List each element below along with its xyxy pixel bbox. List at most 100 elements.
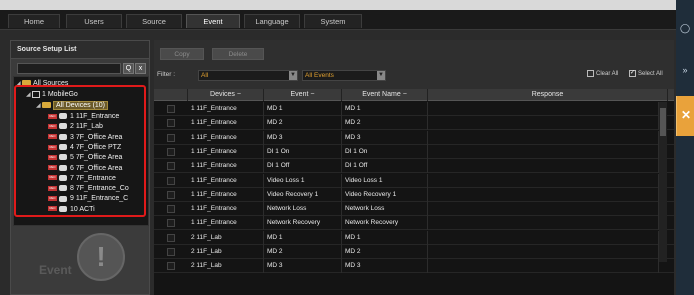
row-checkbox[interactable]	[167, 119, 175, 128]
camera-icon	[59, 195, 67, 202]
cell-event: Network Loss	[264, 202, 342, 217]
tab-users[interactable]: Users	[66, 14, 122, 28]
tab-system[interactable]: System	[304, 14, 362, 28]
checkbox-icon	[587, 70, 594, 77]
col-response-header[interactable]: Response	[428, 89, 668, 101]
tree-device-item[interactable]: REC 5 7F_Office Area	[48, 153, 122, 162]
table-row[interactable]: 1 11F_Entrance DI 1 On DI 1 On	[154, 144, 674, 159]
circle-icon[interactable]: ◯	[679, 22, 691, 34]
table-row[interactable]: 1 11F_Entrance Network Loss Network Loss	[154, 202, 674, 217]
cell-event-name: MD 3	[342, 259, 428, 274]
tab-language[interactable]: Language	[244, 14, 300, 28]
sort-icon: −	[236, 91, 241, 98]
cell-event: Video Loss 1	[264, 173, 342, 188]
select-all-label: Select All	[638, 71, 663, 78]
row-checkbox[interactable]	[167, 205, 175, 214]
camera-icon	[59, 133, 67, 140]
tree-device-item[interactable]: REC 10 ACTi	[48, 205, 95, 214]
tree-device-item[interactable]: REC 6 7F_Office Area	[48, 164, 122, 173]
tree-device-item[interactable]: REC 7 7F_Entrance	[48, 174, 116, 183]
dropdown-arrow-icon: ▼	[289, 71, 297, 80]
delete-button[interactable]: Delete	[212, 48, 264, 60]
tree-device-label: 7 7F_Entrance	[70, 174, 116, 182]
table-row[interactable]: 1 11F_Entrance Video Recovery 1 Video Reco…	[154, 187, 674, 202]
cell-event: MD 3	[264, 259, 342, 274]
row-checkbox[interactable]	[167, 105, 175, 113]
cell-event: MD 3	[264, 130, 342, 145]
rec-icon: REC	[48, 113, 57, 119]
tree-node-mobilego[interactable]: ◢ 1 MobileGo	[26, 90, 78, 99]
table-row[interactable]: 1 11F_Entrance Video Loss 1 Video Loss 1	[154, 173, 674, 188]
rec-icon: REC	[48, 206, 57, 212]
double-chevron-right-icon[interactable]: »	[679, 64, 691, 76]
row-checkbox[interactable]	[167, 233, 175, 242]
select-all-checkbox[interactable]: ✓ Select All	[629, 70, 663, 79]
tree-device-item[interactable]: REC 4 7F_Office PTZ	[48, 143, 121, 152]
tree-device-item[interactable]: REC 2 11F_Lab	[48, 122, 103, 131]
row-checkbox[interactable]	[167, 190, 175, 199]
copy-button[interactable]: Copy	[160, 48, 204, 60]
tree-device-label: 1 11F_Entrance	[70, 113, 120, 120]
source-search-input[interactable]	[17, 63, 121, 74]
col-devices-header[interactable]: Devices −	[188, 89, 264, 101]
cell-device: 1 11F_Entrance	[188, 173, 264, 188]
row-checkbox[interactable]	[167, 133, 175, 142]
cell-response	[428, 187, 659, 202]
cell-event-name: MD 2	[342, 245, 428, 259]
tree-device-item[interactable]: REC 1 11F_Entrance	[48, 112, 119, 121]
tree-device-label: 8 7F_Entrance_Co	[70, 185, 129, 193]
tools-tab[interactable]: ✕	[676, 96, 694, 136]
cell-event: MD 1	[264, 230, 342, 245]
tree-node-all-devices[interactable]: ◢ All Devices (10)	[36, 101, 109, 110]
table-row[interactable]: 1 11F_Entrance DI 1 Off DI 1 Off	[154, 159, 674, 174]
tree-device-label: 9 11F_Entrance_C	[70, 195, 129, 203]
search-icon[interactable]: Q	[123, 63, 134, 74]
clear-all-checkbox[interactable]: Clear All	[587, 70, 618, 79]
row-checkbox[interactable]	[167, 248, 175, 256]
tree-node-label: 1 MobileGo	[42, 91, 78, 98]
row-checkbox[interactable]	[167, 176, 175, 185]
tree-device-item[interactable]: REC 8 7F_Entrance_Co	[48, 184, 129, 193]
row-checkbox[interactable]	[167, 219, 175, 228]
col-event-header[interactable]: Event −	[264, 89, 342, 101]
event-filter-select[interactable]: All Events ▼	[302, 70, 386, 81]
tab-home[interactable]: Home	[8, 14, 60, 28]
col-event-name-header[interactable]: Event Name −	[342, 89, 428, 101]
cell-response	[428, 173, 659, 188]
table-row[interactable]: 2 11F_Lab MD 3 MD 3	[154, 259, 674, 274]
cell-event-name: MD 2	[342, 116, 428, 131]
cell-event-name: DI 1 Off	[342, 159, 428, 174]
folder-icon	[42, 102, 51, 109]
row-checkbox[interactable]	[167, 147, 175, 156]
cell-device: 1 11F_Entrance	[188, 216, 264, 231]
table-row[interactable]: 1 11F_Entrance MD 1 MD 1	[154, 102, 674, 116]
table-row[interactable]: 2 11F_Lab MD 1 MD 1	[154, 230, 674, 245]
table-row[interactable]: 1 11F_Entrance Network Recovery Network Re…	[154, 216, 674, 231]
tree-device-label: 10 ACTi	[70, 205, 95, 213]
tree-device-item[interactable]: REC 3 7F_Office Area	[48, 133, 122, 142]
cell-device: 2 11F_Lab	[188, 230, 264, 245]
cell-response	[428, 130, 659, 145]
tab-source[interactable]: Source	[126, 14, 182, 28]
device-filter-select[interactable]: All ▼	[198, 70, 298, 81]
camera-icon	[59, 205, 67, 212]
tree-device-item[interactable]: REC 9 11F_Entrance_C	[48, 194, 128, 203]
row-checkbox[interactable]	[167, 262, 175, 271]
cell-device: 2 11F_Lab	[188, 259, 264, 274]
row-checkbox[interactable]	[167, 162, 175, 171]
camera-icon	[59, 185, 67, 192]
table-row[interactable]: 1 11F_Entrance MD 2 MD 2	[154, 116, 674, 131]
cell-device: 1 11F_Entrance	[188, 102, 264, 116]
cell-response	[428, 230, 659, 245]
rec-icon: REC	[48, 134, 57, 140]
tree-node-all-sources[interactable]: ◢ All Sources	[16, 79, 68, 88]
cell-event-name: Video Recovery 1	[342, 187, 428, 202]
table-row[interactable]: 2 11F_Lab MD 2 MD 2	[154, 245, 674, 259]
clear-search-icon[interactable]: x	[135, 63, 146, 74]
tab-event[interactable]: Event	[186, 14, 240, 28]
clear-all-label: Clear All	[596, 71, 619, 78]
table-row[interactable]: 1 11F_Entrance MD 3 MD 3	[154, 130, 674, 145]
scrollbar-thumb[interactable]	[660, 108, 666, 136]
source-tree: ◢ All Sources ◢ 1 MobileGo ◢ All Devices (1…	[13, 76, 149, 226]
table-scrollbar[interactable]	[659, 102, 667, 262]
